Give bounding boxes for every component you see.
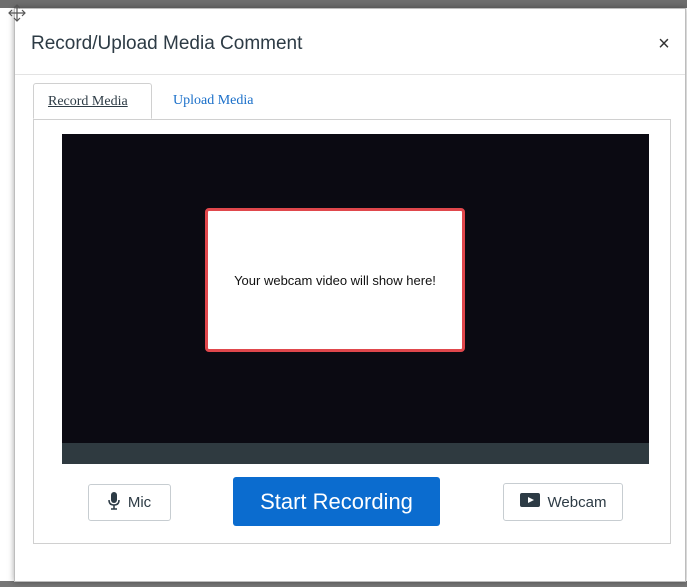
tab-record-media[interactable]: Record Media <box>33 83 152 119</box>
webcam-placeholder: Your webcam video will show here! <box>205 208 465 352</box>
record-panel: Your webcam video will show here! Mic St… <box>33 119 671 544</box>
start-recording-label: Start Recording <box>260 488 413 514</box>
webcam-video-area: Your webcam video will show here! <box>62 134 649 443</box>
dialog-header: Record/Upload Media Comment × <box>15 9 685 75</box>
microphone-icon <box>108 491 120 515</box>
video-status-bar <box>62 443 649 464</box>
close-button[interactable]: × <box>655 33 673 55</box>
play-icon <box>519 493 540 511</box>
background-topbar <box>0 0 687 8</box>
media-comment-dialog: Record/Upload Media Comment × Record Med… <box>8 4 686 582</box>
tab-upload-media[interactable]: Upload Media <box>159 83 267 119</box>
mic-label: Mic <box>127 494 152 511</box>
start-recording-button[interactable]: Start Recording <box>233 477 440 526</box>
dialog-title: Record/Upload Media Comment <box>31 33 303 54</box>
close-icon: × <box>658 33 670 55</box>
webcam-button[interactable]: Webcam <box>503 483 623 521</box>
mic-button[interactable]: Mic <box>88 484 171 521</box>
tab-bar: Record Media Upload Media <box>33 83 671 120</box>
webcam-label: Webcam <box>547 493 607 511</box>
webcam-placeholder-text: Your webcam video will show here! <box>234 272 436 288</box>
